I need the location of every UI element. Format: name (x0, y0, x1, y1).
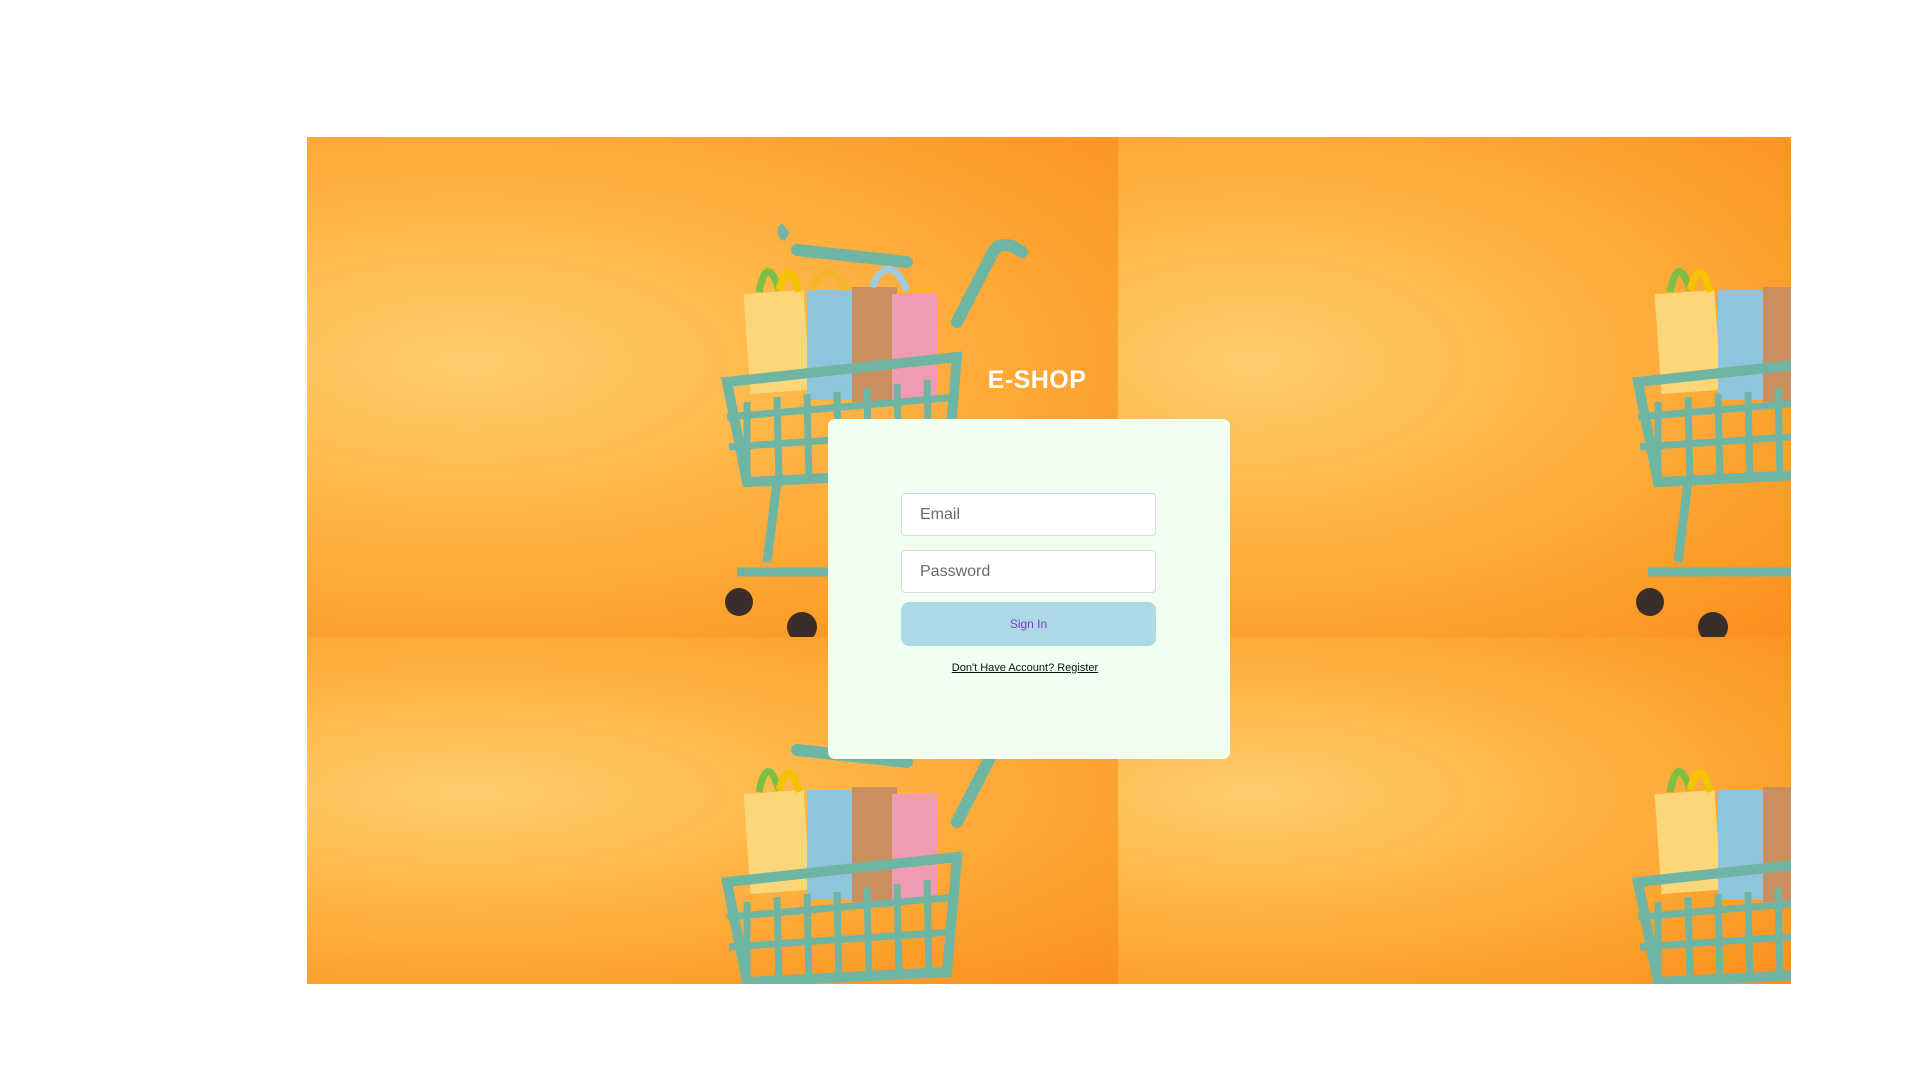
email-input[interactable] (901, 493, 1156, 536)
brand-title: E-SHOP (987, 366, 1087, 394)
register-link[interactable]: Don't Have Account? Register (828, 662, 1222, 674)
sign-in-button[interactable]: Sign In (901, 602, 1156, 646)
shopping-cart-icon (1632, 268, 1791, 637)
shopping-cart-icon (721, 739, 1028, 984)
password-input[interactable] (901, 550, 1156, 593)
login-card: Sign In Don't Have Account? Register (828, 419, 1230, 759)
shopping-cart-icon (1632, 768, 1791, 984)
